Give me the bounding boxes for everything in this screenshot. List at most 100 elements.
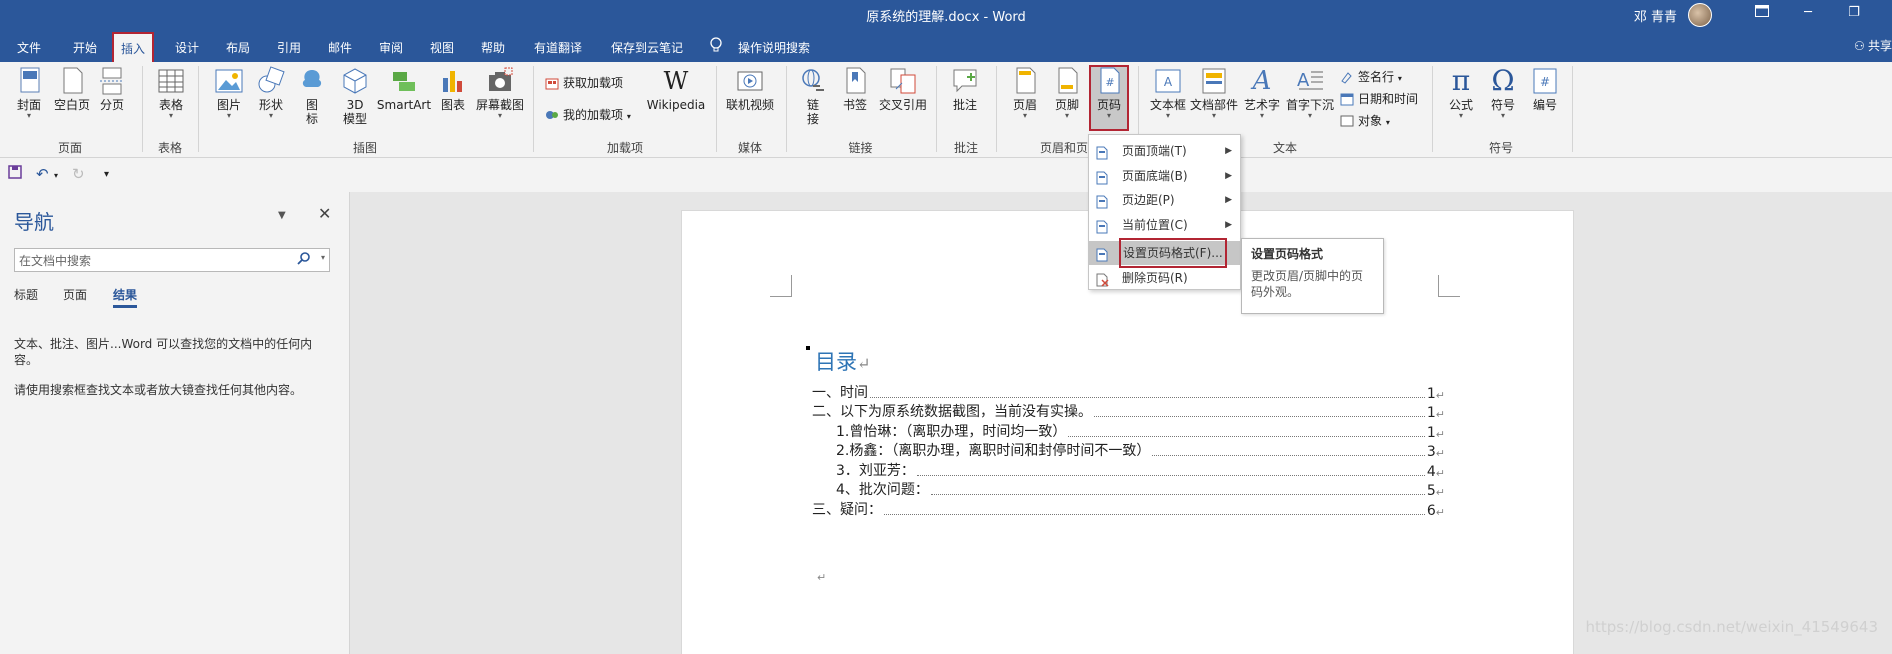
undo-dropdown-icon[interactable]: ▾: [54, 171, 58, 180]
wordart-button[interactable]: A 艺术字 ▾: [1242, 66, 1282, 120]
tooltip-description: 更改页眉/页脚中的页码外观。: [1251, 269, 1364, 299]
search-placeholder: 在文档中搜索: [19, 254, 92, 268]
page-number-button[interactable]: # 页码 ▾: [1091, 66, 1127, 120]
customize-toolbar-icon[interactable]: ▾: [104, 169, 109, 180]
chart-button[interactable]: 图表: [436, 66, 470, 112]
tab-view[interactable]: 视图: [427, 37, 457, 59]
comment-button[interactable]: 批注: [948, 66, 982, 112]
smartart-button[interactable]: SmartArt: [376, 66, 432, 112]
symbol-button[interactable]: Ω 符号 ▾: [1486, 66, 1520, 120]
toc-entry[interactable]: 二、以下为原系统数据截图，当前没有实操。 1 ↵: [812, 401, 1445, 421]
object-button[interactable]: 对象 ▾: [1340, 110, 1390, 132]
toc-entry-text: 二、以下为原系统数据截图，当前没有实操。: [812, 404, 1092, 420]
undo-icon[interactable]: ↶: [36, 165, 49, 183]
toc-entry[interactable]: 三、疑问： 6 ↵: [812, 499, 1445, 519]
tab-insert[interactable]: 插入: [112, 32, 154, 62]
wikipedia-icon: W: [663, 67, 689, 95]
link-button[interactable]: 链接: [798, 66, 828, 126]
search-input[interactable]: 在文档中搜索 ▾: [14, 248, 330, 272]
group-symbols-label: 符号: [1488, 141, 1513, 155]
menu-item-current-position[interactable]: 当前位置(C) ▶: [1089, 213, 1240, 237]
cover-page-button[interactable]: 封面 ▾: [12, 66, 46, 120]
bookmark-button[interactable]: 书签: [840, 66, 870, 112]
header-icon: [1010, 66, 1040, 96]
tell-me-search[interactable]: 操作说明搜索: [732, 37, 816, 59]
drop-cap-button[interactable]: A 首字下沉 ▾: [1284, 66, 1336, 120]
number-icon: #: [1530, 66, 1560, 96]
shapes-button[interactable]: 形状 ▾: [254, 66, 288, 120]
signature-line-button[interactable]: 签名行 ▾: [1340, 66, 1402, 88]
toc-entry[interactable]: 一、时间 1 ↵: [812, 382, 1445, 402]
close-icon[interactable]: ✕: [318, 204, 331, 223]
tab-headings[interactable]: 标题: [14, 286, 38, 303]
restore-button[interactable]: ❐: [1844, 5, 1864, 25]
avatar[interactable]: [1688, 3, 1712, 27]
picture-icon: [214, 66, 244, 96]
tab-pages[interactable]: 页面: [63, 286, 87, 303]
pane-options-icon[interactable]: ▼: [278, 210, 286, 221]
footer-button[interactable]: 页脚 ▾: [1050, 66, 1084, 120]
tab-file[interactable]: 文件: [14, 37, 44, 59]
toc-entry[interactable]: 3．刘亚芳： 4 ↵: [836, 460, 1445, 480]
toc-leader-dots: [1094, 416, 1425, 417]
navigation-title: 导航: [14, 210, 54, 234]
picture-button[interactable]: 图片 ▾: [212, 66, 246, 120]
quick-parts-button[interactable]: 文档部件 ▾: [1189, 66, 1239, 120]
tab-results[interactable]: 结果: [113, 286, 138, 308]
icons-button[interactable]: 图标: [297, 66, 327, 126]
tab-layout[interactable]: 布局: [223, 37, 253, 59]
3d-models-button[interactable]: 3D 模型: [338, 66, 372, 126]
screenshot-button[interactable]: 屏幕截图 ▾: [474, 66, 526, 120]
object-icon: [1340, 113, 1354, 127]
textbox-icon: A: [1153, 66, 1183, 96]
toc-entry[interactable]: 4、批次问题： 5 ↵: [836, 479, 1445, 499]
menu-item-remove-page-numbers[interactable]: 删除页码(R): [1089, 266, 1240, 290]
date-time-button[interactable]: 日期和时间: [1340, 88, 1418, 110]
header-button[interactable]: 页眉 ▾: [1008, 66, 1042, 120]
menu-item-label: 当前位置(C): [1122, 218, 1188, 232]
group-divider: [716, 66, 717, 152]
toc-entry[interactable]: 1.曾怡琳：（离职办理，时间均一致） 1 ↵: [836, 421, 1445, 441]
cube-icon: [340, 66, 370, 96]
toc-entry[interactable]: 2.杨鑫：（离职办理，离职时间和封停时间不一致） 3 ↵: [836, 440, 1445, 460]
search-icon[interactable]: [297, 251, 311, 268]
share-button[interactable]: ⚇ 共享: [1854, 37, 1892, 54]
tab-home[interactable]: 开始: [70, 37, 100, 59]
menu-item-bottom-of-page[interactable]: 页面底端(B) ▶: [1089, 164, 1240, 188]
tab-help[interactable]: 帮助: [478, 37, 508, 59]
margin-corner-mark: [1438, 275, 1460, 297]
save-icon[interactable]: [8, 165, 22, 183]
tab-cloudnote[interactable]: 保存到云笔记: [605, 37, 689, 59]
my-addins-button[interactable]: 我的加载项 ▾: [545, 104, 631, 126]
ribbon-display-icon[interactable]: [1752, 5, 1772, 25]
get-addins-button[interactable]: 获取加载项: [545, 72, 623, 94]
toc-entry-page: 1: [1426, 386, 1436, 402]
table-button[interactable]: 表格 ▾: [154, 66, 188, 120]
redo-icon[interactable]: ↻: [72, 165, 85, 183]
search-options-icon[interactable]: ▾: [321, 253, 325, 262]
online-video-button[interactable]: 联机视频: [724, 66, 776, 112]
tab-design[interactable]: 设计: [172, 37, 202, 59]
tab-mailings[interactable]: 邮件: [325, 37, 355, 59]
toc-entry-page: 1: [1426, 425, 1436, 441]
tab-references[interactable]: 引用: [274, 37, 304, 59]
wikipedia-button[interactable]: W Wikipedia: [645, 66, 707, 112]
paragraph-mark: ↵: [1435, 486, 1445, 499]
textbox-button[interactable]: A 文本框 ▾: [1148, 66, 1188, 120]
toc-title[interactable]: 目录↵: [815, 346, 870, 376]
menu-item-format-page-numbers[interactable]: 设置页码格式(F)...: [1089, 238, 1240, 268]
tab-review[interactable]: 审阅: [376, 37, 406, 59]
cross-reference-button[interactable]: 交叉引用: [876, 66, 930, 112]
number-button[interactable]: # 编号: [1528, 66, 1562, 112]
user-name[interactable]: 邓 青青: [1634, 6, 1677, 25]
paragraph-mark: ↵: [1435, 447, 1445, 460]
equation-button[interactable]: π 公式 ▾: [1444, 66, 1478, 120]
menu-item-page-margins[interactable]: 页边距(P) ▶: [1089, 188, 1240, 212]
tab-youdao[interactable]: 有道翻译: [529, 37, 587, 59]
group-divider: [1432, 66, 1433, 152]
toc-entry-page: 1: [1426, 405, 1436, 421]
minimize-button[interactable]: ─: [1798, 5, 1818, 25]
blank-page-button[interactable]: 空白页: [52, 66, 92, 112]
menu-item-top-of-page[interactable]: 页面顶端(T) ▶: [1089, 139, 1240, 163]
page-break-button[interactable]: 分页: [97, 66, 127, 112]
